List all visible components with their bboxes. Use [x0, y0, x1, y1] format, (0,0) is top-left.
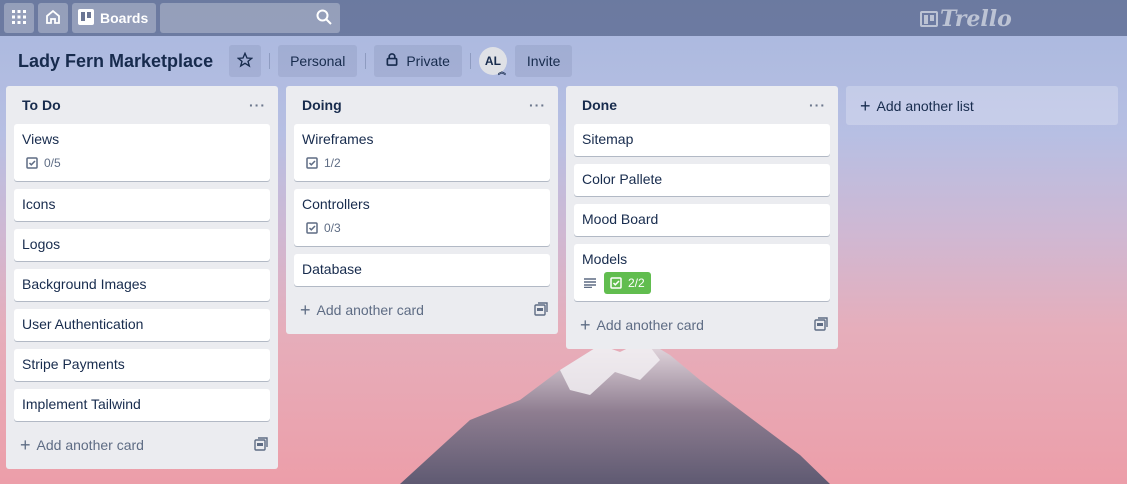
card[interactable]: Controllers 0/3 — [294, 189, 550, 246]
card[interactable]: Sitemap — [574, 124, 830, 156]
trello-logo-text: Trello — [940, 6, 1012, 32]
add-card-button[interactable]: + Add another card — [574, 309, 830, 341]
checklist-icon — [610, 277, 622, 289]
add-card-button[interactable]: + Add another card — [14, 429, 270, 461]
privacy-label: Private — [406, 53, 450, 69]
card-badges: 0/3 — [302, 218, 542, 238]
top-header: Boards Trello — [0, 0, 1127, 36]
divider — [469, 53, 471, 69]
card[interactable]: Stripe Payments — [14, 349, 270, 381]
team-visibility-button[interactable]: Personal — [278, 45, 358, 77]
list-header: Doing ··· — [294, 86, 550, 124]
card-template-icon[interactable] — [254, 436, 268, 454]
card[interactable]: Logos — [14, 229, 270, 261]
list-to-do: To Do ··· Views 0/5 Icons Logos Backgrou… — [6, 86, 278, 469]
card-title: Sitemap — [582, 131, 634, 147]
star-icon — [236, 51, 254, 71]
boards-button[interactable]: Boards — [72, 3, 157, 33]
plus-icon: + — [580, 315, 591, 335]
home-button[interactable] — [38, 3, 68, 33]
card[interactable]: Icons — [14, 189, 270, 221]
list-done: Done ··· Sitemap Color Pallete Mood Boar… — [566, 86, 838, 349]
card[interactable]: Color Pallete — [574, 164, 830, 196]
board-header: Lady Fern Marketplace Personal Private A… — [0, 44, 1127, 78]
board-title[interactable]: Lady Fern Marketplace — [18, 51, 213, 72]
divider — [365, 53, 367, 69]
add-list-button[interactable]: + Add another list — [846, 86, 1118, 125]
add-card-label: Add another card — [596, 317, 704, 333]
card-title: Logos — [22, 236, 61, 252]
home-icon — [45, 9, 61, 28]
card-title: Wireframes — [302, 131, 374, 147]
checklist-count: 0/3 — [324, 221, 341, 235]
search-icon — [316, 9, 332, 28]
checklist-badge: 0/3 — [302, 221, 345, 235]
list-menu-icon[interactable]: ··· — [249, 97, 266, 113]
card-title: Views — [22, 131, 60, 147]
member-avatar[interactable]: AL ︽ — [478, 47, 507, 76]
star-board-button[interactable] — [229, 45, 262, 77]
add-card-label: Add another card — [36, 437, 144, 453]
checklist-count: 0/5 — [44, 156, 61, 170]
description-icon — [584, 278, 596, 288]
card-template-icon[interactable] — [814, 316, 828, 334]
card-title: Color Pallete — [582, 171, 663, 187]
boards-icon — [78, 8, 94, 28]
card-title: Implement Tailwind — [22, 396, 141, 412]
plus-icon: + — [860, 95, 871, 116]
lock-icon — [386, 53, 398, 69]
checklist-icon — [306, 222, 318, 234]
list-title[interactable]: To Do — [22, 97, 61, 113]
list-header: Done ··· — [574, 86, 830, 124]
privacy-button[interactable]: Private — [374, 45, 462, 77]
card-title: Stripe Payments — [22, 356, 125, 372]
card-badges: 1/2 — [302, 153, 542, 173]
card-title: Icons — [22, 196, 56, 212]
card[interactable]: Mood Board — [574, 204, 830, 236]
checklist-badge: 0/5 — [22, 156, 65, 170]
card[interactable]: Background Images — [14, 269, 270, 301]
list-menu-icon[interactable]: ··· — [529, 97, 546, 113]
search-input[interactable] — [160, 3, 341, 33]
invite-button[interactable]: Invite — [514, 45, 573, 77]
list-title[interactable]: Done — [582, 97, 617, 113]
checklist-icon — [306, 157, 318, 169]
card[interactable]: User Authentication — [14, 309, 270, 341]
checklist-complete-badge: 2/2 — [604, 272, 651, 294]
card[interactable]: Implement Tailwind — [14, 389, 270, 421]
card[interactable]: Models 2/2 — [574, 244, 830, 301]
card[interactable]: Views 0/5 — [14, 124, 270, 181]
checklist-badge: 1/2 — [302, 156, 345, 170]
add-list-label: Add another list — [876, 97, 974, 114]
card-badges: 0/5 — [22, 153, 262, 173]
divider — [269, 53, 271, 69]
card[interactable]: Wireframes 1/2 — [294, 124, 550, 181]
plus-icon: + — [300, 300, 311, 320]
list-menu-icon[interactable]: ··· — [809, 97, 826, 113]
card-title: Mood Board — [582, 211, 659, 227]
card-badges: 2/2 — [582, 272, 822, 294]
card-title: User Authentication — [22, 316, 144, 332]
apps-button[interactable] — [4, 3, 34, 33]
boards-label: Boards — [100, 10, 149, 26]
list-doing: Doing ··· Wireframes 1/2 Controllers 0/3… — [286, 86, 558, 334]
card[interactable]: Database — [294, 254, 550, 286]
list-header: To Do ··· — [14, 86, 270, 124]
card-title: Controllers — [302, 196, 370, 212]
plus-icon: + — [20, 435, 31, 455]
card-title: Database — [302, 261, 362, 277]
checklist-count: 1/2 — [324, 156, 341, 170]
add-card-label: Add another card — [316, 302, 424, 318]
trello-logo-icon — [920, 11, 938, 27]
trello-logo[interactable]: Trello — [920, 6, 1012, 32]
admin-chevron-icon: ︽ — [497, 67, 506, 76]
card-title: Background Images — [22, 276, 147, 292]
checklist-count: 2/2 — [628, 276, 645, 290]
checklist-icon — [26, 157, 38, 169]
grid-icon — [12, 9, 26, 27]
card-template-icon[interactable] — [534, 301, 548, 319]
add-card-button[interactable]: + Add another card — [294, 294, 550, 326]
list-title[interactable]: Doing — [302, 97, 342, 113]
card-title: Models — [582, 251, 628, 267]
